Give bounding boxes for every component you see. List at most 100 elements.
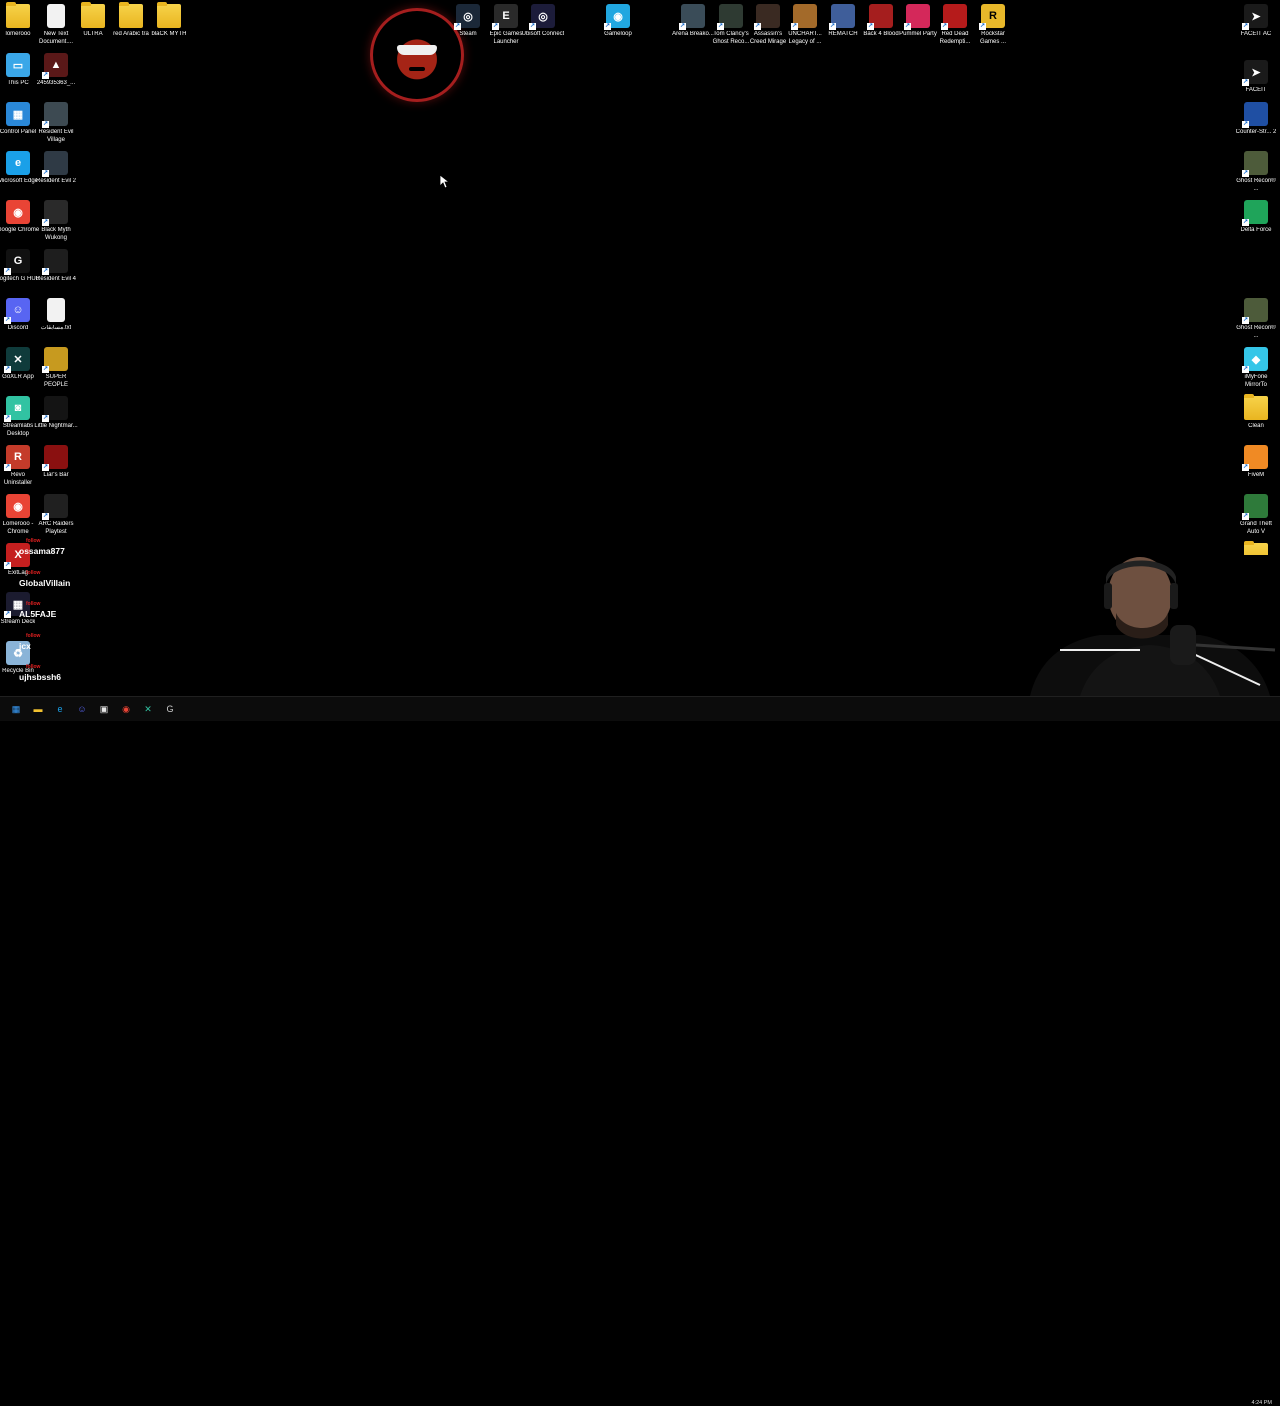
desktop-icon-resident-evil-4[interactable]: Resident Evil 4: [34, 249, 78, 284]
ghost-recon-icon: [1242, 151, 1268, 177]
chrome-icon[interactable]: ◉: [118, 701, 134, 717]
assassin-s-creed-mirage-icon: [754, 4, 780, 30]
desktop-icon-grand-theft-auto-v[interactable]: Grand Theft Auto V: [1234, 494, 1278, 536]
ghost-recon-icon: [1242, 298, 1268, 324]
desktop-icon-resident-evil-2[interactable]: Resident Evil 2: [34, 151, 78, 186]
desktop-icon-label: Ghost Recon® ...: [1236, 325, 1276, 339]
desktop-icon-txt[interactable]: مسابقات.txt: [34, 298, 78, 333]
desktop-icon-label: FACEIT: [1245, 87, 1267, 93]
desktop-icon-label: Liar's Bar: [43, 472, 69, 478]
desktop-icon-black-myth[interactable]: blaCK MYTH: [147, 2, 191, 39]
desktop-icon-label: ULTRA: [83, 31, 103, 37]
desktop-icon-label: ARC Raiders Playtest: [38, 521, 74, 535]
desktop-icon-faceit[interactable]: ➤FACEIT: [1234, 60, 1278, 95]
resident-evil-village-icon: [42, 102, 68, 128]
desktop-icon-liar-s-bar[interactable]: Liar's Bar: [34, 445, 78, 480]
chat-username: ossama877: [19, 546, 65, 556]
grand-theft-auto-v-icon: [1242, 494, 1268, 520]
this-pc-icon: ▭: [6, 53, 30, 77]
desktop-icon-little-nightmar[interactable]: Little Nightmar...: [34, 396, 78, 431]
desktop-icon-label: SUPER PEOPLE: [43, 374, 68, 388]
desktop-icon-ghost-recon[interactable]: Ghost Recon® ...: [1234, 298, 1278, 340]
goxlr-icon[interactable]: ✕: [140, 701, 156, 717]
desktop-icon-clean[interactable]: Clean: [1234, 394, 1278, 431]
desktop: lomerooo ▭ This PC ▦ Control Panel e Microsoft…: [0, 0, 1280, 696]
desktop-icon-arc-raiders-playtest[interactable]: ARC Raiders Playtest: [34, 494, 78, 536]
logo-mouth: [409, 67, 425, 71]
desktop-icon-gameloop[interactable]: ◉Gameloop: [596, 4, 640, 39]
taskbar: ▦ ▬ e ☺ ▣ ◉ ✕ G 4:24 PM: [0, 696, 1280, 1406]
desktop-icon-ubisoft-connect[interactable]: ◎Ubisoft Connect: [521, 4, 565, 39]
desktop-icon-245935363[interactable]: ▲245935363_...: [34, 53, 78, 88]
taskbar-clock[interactable]: 4:24 PM: [1252, 1400, 1272, 1406]
desktop-icon-label: Gameloop: [604, 31, 632, 37]
desktop-icon-label: Stream Deck: [0, 619, 36, 625]
desktop-icon-label: Discord: [7, 325, 29, 331]
new-text-document-icon: [47, 4, 65, 28]
desktop-icon-resident-evil-village[interactable]: Resident Evil Village: [34, 102, 78, 144]
chat-follow-tag: follow: [26, 633, 41, 639]
fivem-icon: [1242, 445, 1268, 471]
discord-icon[interactable]: ☺: [74, 701, 90, 717]
store-icon[interactable]: ▣: [96, 701, 112, 717]
desktop-icon-label: Little Nightmar...: [34, 423, 78, 429]
super-people-icon: [42, 347, 68, 373]
desktop-icon-label: ExitLag: [7, 570, 28, 576]
chat-follow-tag: follow: [26, 601, 41, 607]
revo-uninstaller-icon: R: [4, 445, 30, 471]
ghub-icon[interactable]: G: [162, 701, 178, 717]
clean-icon: [1244, 394, 1268, 420]
pummel-party-icon: [904, 4, 930, 30]
red-dead-redempti-icon: [941, 4, 967, 30]
lomerooo-chrome-icon: ◉: [6, 494, 30, 518]
desktop-icon-label: Counter-Str... 2: [1235, 129, 1277, 135]
desktop-icon-label: iMyFone MirrorTo: [1244, 374, 1268, 388]
desktop-icon-rockstar-games[interactable]: RRockstar Games ...: [971, 4, 1015, 46]
liar-s-bar-icon: [42, 445, 68, 471]
file-explorer-icon[interactable]: ▬: [30, 701, 46, 717]
back-4-blood-icon: [867, 4, 893, 30]
desktop-icon-label: FACEIT AC: [1240, 31, 1272, 37]
desktop-icon-fivem[interactable]: FiveM: [1234, 445, 1278, 480]
desktop-icon-ghost-recon[interactable]: Ghost Recon® ...: [1234, 151, 1278, 193]
arena-breako-icon: [679, 4, 705, 30]
chat-username: ujhsbssh6: [19, 672, 62, 682]
desktop-icon-delta-force[interactable]: Delta Force: [1234, 200, 1278, 235]
microsoft-edge-icon: e: [6, 151, 30, 175]
chat-follow-tag: follow: [26, 664, 41, 670]
ubisoft-connect-icon: ◎: [529, 4, 555, 30]
delta-force-icon: [1242, 200, 1268, 226]
desktop-icon-label: FiveM: [1247, 472, 1265, 478]
desktop-icon-label: Clean: [1248, 423, 1264, 429]
desktop-icon-label: Rockstar Games ...: [979, 31, 1006, 45]
imyfone-mirrorto-icon: ◆: [1242, 347, 1268, 373]
resident-evil-2-icon: [42, 151, 68, 177]
steam-icon: ◎: [454, 4, 480, 30]
desktop-icon-label: Pummel Party: [899, 31, 937, 37]
black-myth-wukong-icon: [42, 200, 68, 226]
tom-clancy-s-ghost-reco-icon: [717, 4, 743, 30]
google-chrome-icon: ◉: [6, 200, 30, 224]
245935363-icon: ▲: [42, 53, 68, 79]
desktop-icon-label: red Arabic tra: [113, 31, 149, 37]
arc-raiders-playtest-icon: [42, 494, 68, 520]
txt-icon: [47, 298, 65, 322]
unchart-legacy-of-icon: [791, 4, 817, 30]
desktop-icon-label: Black Myth Wukong: [41, 227, 71, 241]
desktop-icon-imyfone-mirrorto[interactable]: ◆iMyFone MirrorTo: [1234, 347, 1278, 389]
desktop-icon-black-myth-wukong[interactable]: Black Myth Wukong: [34, 200, 78, 242]
chat-follow-tag: follow: [26, 570, 41, 576]
start-icon[interactable]: ▦: [8, 701, 24, 717]
sunglasses-icon: [397, 45, 437, 55]
desktop-icon-super-people[interactable]: SUPER PEOPLE: [34, 347, 78, 389]
desktop-icon-label: Steam: [459, 31, 477, 37]
desktop-icon-faceit-ac[interactable]: ➤FACEIT AC: [1234, 4, 1278, 39]
desktop-icon-label: Control Panel: [0, 129, 37, 135]
desktop-icon-label: Arena Breako...: [672, 31, 714, 37]
chat-username: GlobalVillain: [19, 578, 71, 588]
desktop-icon-label: Microsoft Edge: [0, 178, 39, 184]
resident-evil-4-icon: [42, 249, 68, 275]
desktop-icon-counter-str-2[interactable]: Counter-Str... 2: [1234, 102, 1278, 137]
edge-icon[interactable]: e: [52, 701, 68, 717]
ultra-icon: [81, 2, 105, 28]
